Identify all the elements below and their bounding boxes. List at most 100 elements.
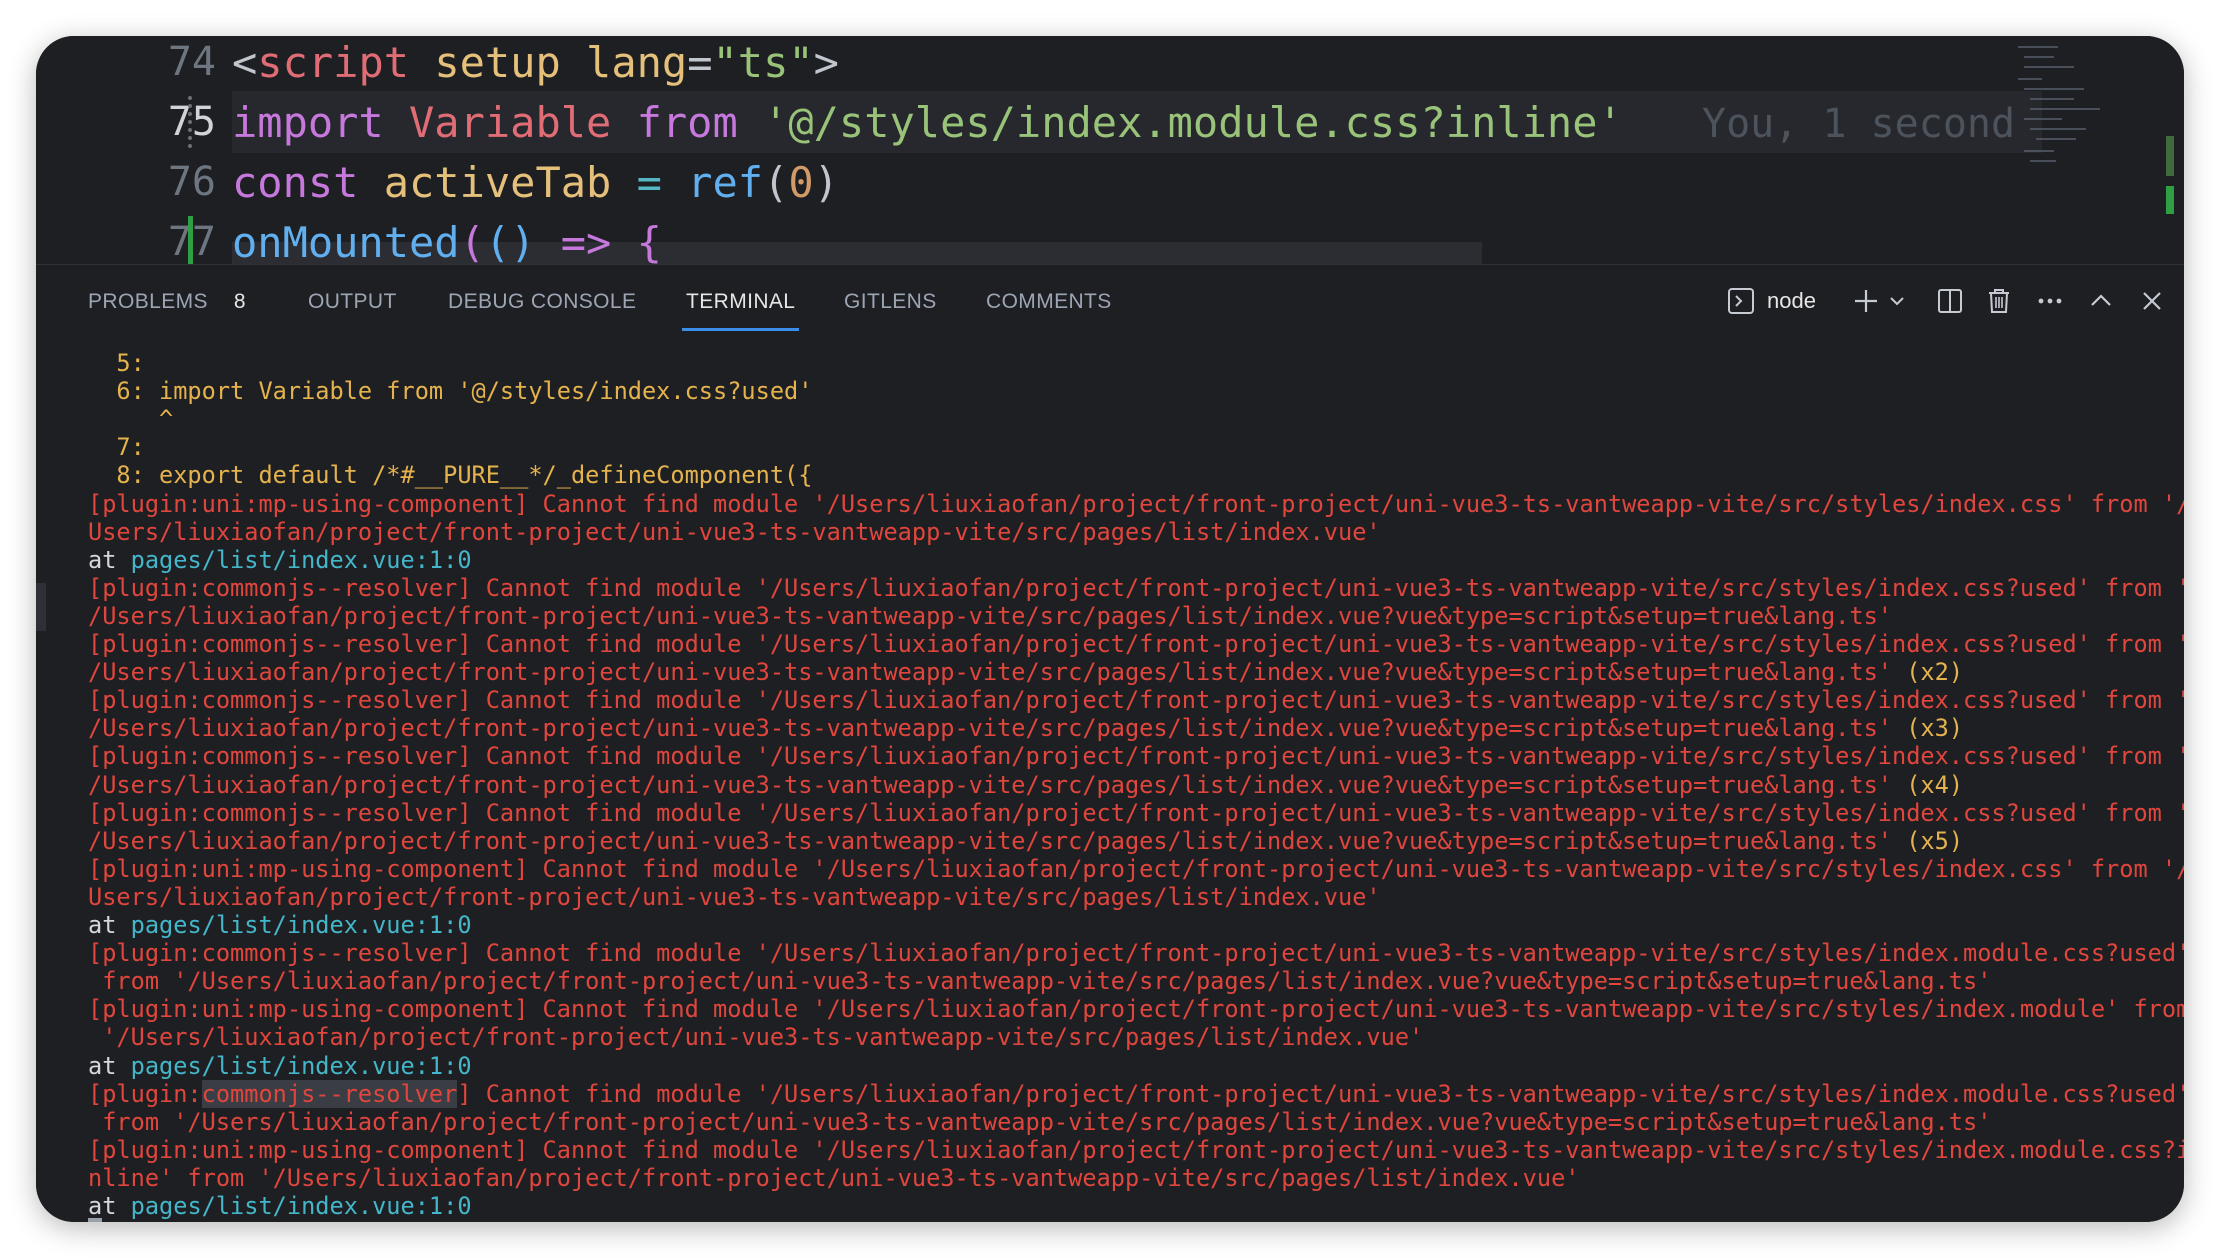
line-number: 75 [167, 99, 216, 145]
line-number: 77 [96, 219, 216, 265]
terminal-line: /Users/liuxiaofan/project/front-project/… [88, 771, 1963, 799]
code-token: const [232, 157, 359, 207]
terminal-line: [plugin:uni:mp-using-component] Cannot f… [88, 1136, 2184, 1164]
terminal-text: 6: import Variable from '@/styles/index.… [88, 377, 813, 406]
code-token: "ts" [712, 37, 814, 87]
tab-comments[interactable]: COMMENTS [986, 265, 1112, 337]
code-token: '@/styles/index.module.css?inline' [763, 97, 1623, 147]
tab-debug-console[interactable]: DEBUG CONSOLE [448, 265, 636, 337]
tab-label: DEBUG CONSOLE [448, 290, 637, 313]
terminal-text: [plugin:uni:mp-using-component] Cannot f… [88, 489, 2184, 518]
more-actions-button[interactable] [2036, 279, 2064, 323]
terminal-line: at pages/list/index.vue:1:0 [88, 911, 472, 939]
line-number: 76 [167, 159, 216, 205]
terminal-line: [plugin:commonjs--resolver] Cannot find … [88, 742, 2184, 770]
code-token: 0 [788, 157, 814, 207]
code-text: const activeTab = ref(0) [232, 158, 839, 207]
close-icon [2140, 289, 2164, 313]
tab-gitlens[interactable]: GITLENS [844, 265, 937, 337]
terminal-text: at [88, 1051, 131, 1080]
terminal-text: [plugin:commonjs--resolver] Cannot find … [88, 686, 2184, 715]
terminal-text: (x5) [1892, 826, 1964, 855]
terminal-text: 8: export default /*#__PURE__*/_defineCo… [88, 461, 813, 490]
terminal-line: Users/liuxiaofan/project/front-project/u… [88, 883, 1381, 911]
panel-actions: node [1727, 265, 2164, 337]
code-line[interactable]: 76 const activeTab = ref(0) [36, 152, 2184, 212]
code-editor[interactable]: 74 <script setup lang="ts"> 75 import Varia… [36, 36, 2184, 268]
code-line[interactable]: 77 onMounted(() => { [36, 212, 2184, 272]
code-token: activeTab [383, 157, 612, 207]
terminal-line: [plugin:uni:mp-using-component] Cannot f… [88, 995, 2184, 1023]
terminal-line: at pages/list/index.vue:1:0 [88, 546, 472, 574]
code-token: { [636, 217, 662, 267]
terminal-text: [plugin:commonjs--resolver] Cannot find … [88, 742, 2184, 771]
shell-name: node [1767, 288, 1816, 313]
minimap[interactable] [2014, 42, 2104, 192]
terminal-text: nline' from '/Users/liuxiaofan/project/f… [88, 1163, 1580, 1192]
code-token: script [257, 37, 410, 87]
tab-output[interactable]: OUTPUT [308, 265, 397, 337]
code-token: Variable [409, 97, 612, 147]
tab-label: OUTPUT [308, 290, 397, 313]
terminal-output[interactable]: 5: 6: import Variable from '@/styles/ind… [36, 349, 2184, 1222]
terminal-text: pages/list/index.vue:1:0 [130, 1192, 472, 1220]
code-token: import [232, 97, 384, 147]
terminal-line: 6: import Variable from '@/styles/index.… [88, 377, 812, 405]
gutter-modified-marker [188, 96, 197, 148]
maximize-panel-button[interactable] [2088, 279, 2114, 323]
terminal-text: [plugin:commonjs--resolver] Cannot find … [88, 798, 2184, 827]
terminal-line: [plugin:commonjs--resolver] Cannot find … [88, 686, 2184, 714]
terminal-line: 8: export default /*#__PURE__*/_defineCo… [88, 461, 812, 489]
chevron-down-icon [1888, 292, 1906, 310]
terminal-line: from '/Users/liuxiaofan/project/front-pr… [88, 967, 1991, 995]
terminal-text: [plugin:uni:mp-using-component] Cannot f… [88, 854, 2184, 883]
tab-label: TERMINAL [686, 290, 796, 313]
terminal-shell-selector[interactable]: node [1727, 279, 1816, 323]
terminal-line: [plugin:commonjs--resolver] Cannot find … [88, 939, 2184, 967]
terminal-line: Users/liuxiaofan/project/front-project/u… [88, 518, 1381, 546]
split-terminal-button[interactable] [1936, 279, 1964, 323]
terminal-line: nline' from '/Users/liuxiaofan/project/f… [88, 1164, 1580, 1192]
terminal-line: [plugin:uni:mp-using-component] Cannot f… [88, 855, 2184, 883]
terminal-text: (x3) [1892, 714, 1964, 743]
terminal-text: 5: [88, 349, 145, 377]
terminal-text: 7: [88, 433, 145, 462]
terminal-icon [1727, 287, 1755, 315]
terminal-line: 7: [88, 433, 145, 462]
terminal-line: /Users/liuxiaofan/project/front-project/… [88, 827, 1963, 855]
tab-label: COMMENTS [986, 290, 1112, 313]
tab-terminal[interactable]: TERMINAL [681, 265, 800, 337]
terminal-text: /Users/liuxiaofan/project/front-project/… [88, 601, 1892, 630]
new-terminal-button[interactable] [1852, 279, 1880, 323]
terminal-text: ] Cannot find module '/Users/liuxiaofan/… [457, 1079, 2184, 1108]
tab-problems[interactable]: PROBLEMS 8 [88, 265, 246, 337]
terminal-line: [plugin:commonjs--resolver] Cannot find … [88, 630, 2184, 658]
terminal-text: /Users/liuxiaofan/project/front-project/… [88, 714, 1892, 743]
code-token: ( [459, 217, 485, 267]
code-text: onMounted(() => { [232, 218, 662, 267]
terminal-line: [plugin:commonjs--resolver] Cannot find … [88, 799, 2184, 827]
close-panel-button[interactable] [2140, 279, 2164, 323]
bottom-panel: PROBLEMS 8 OUTPUT DEBUG CONSOLE TERMINAL … [36, 264, 2184, 1222]
terminal-text: Users/liuxiaofan/project/front-project/u… [88, 882, 1381, 911]
terminal-text: /Users/liuxiaofan/project/front-project/… [88, 658, 1892, 687]
terminal-line: 5: [88, 349, 145, 377]
code-token: < [232, 37, 258, 87]
terminal-text: [plugin:uni:mp-using-component] Cannot f… [88, 1135, 2184, 1164]
code-text: import Variable from '@/styles/index.mod… [232, 98, 1623, 147]
terminal-text: at [88, 1192, 131, 1220]
terminal-text: from '/Users/liuxiaofan/project/front-pr… [88, 1107, 1992, 1136]
terminal-profile-dropdown[interactable] [1888, 279, 1906, 323]
problems-count-badge: 8 [233, 290, 246, 313]
scrollbar-change-marker [2166, 136, 2174, 176]
code-token: ref [687, 157, 764, 207]
code-token: = [636, 157, 662, 207]
kill-terminal-button[interactable] [1986, 279, 2012, 323]
code-line[interactable]: 74 <script setup lang="ts"> [36, 36, 2184, 92]
